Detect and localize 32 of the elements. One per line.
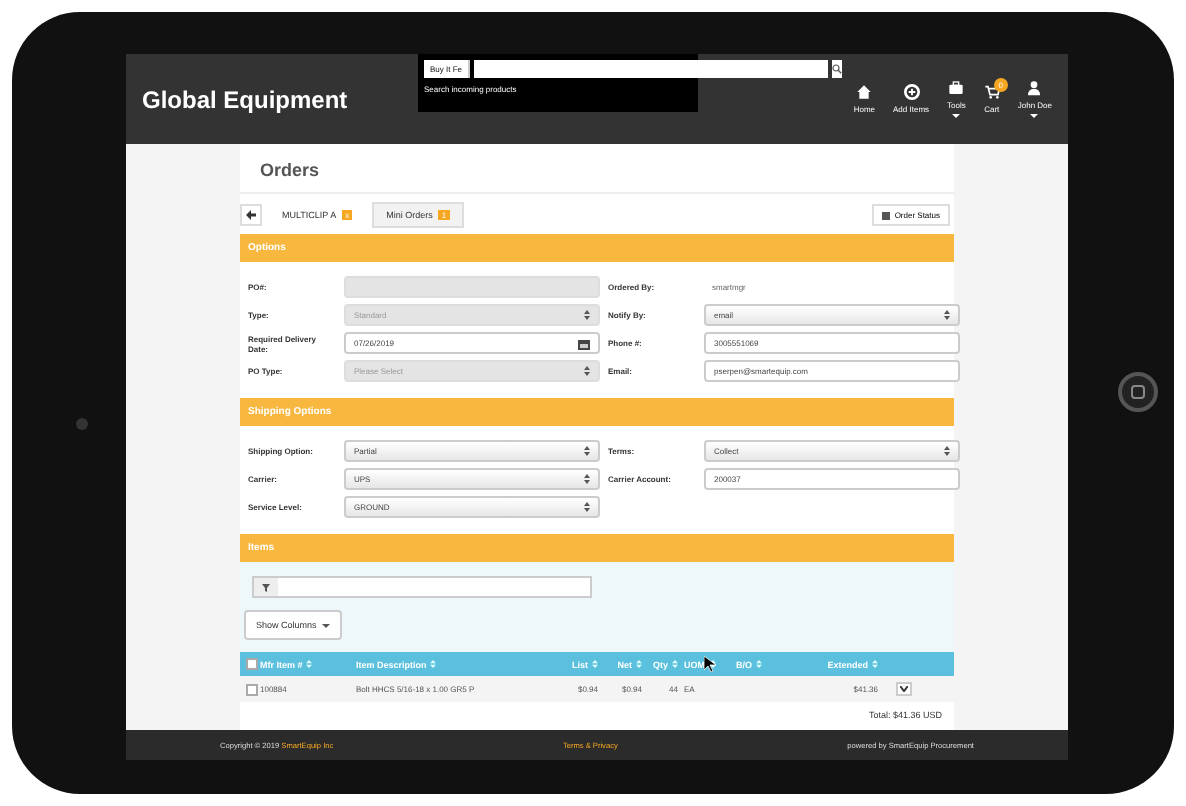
logo-text: Global Equipment xyxy=(142,85,350,113)
user-icon xyxy=(1026,80,1043,96)
sort-icon[interactable] xyxy=(709,660,715,668)
back-button[interactable] xyxy=(240,204,262,226)
filter-field[interactable] xyxy=(252,576,592,598)
home-icon xyxy=(856,84,873,100)
plus-circle-icon xyxy=(903,84,920,100)
select-arrows-icon xyxy=(584,502,590,512)
briefcase-icon xyxy=(948,80,965,96)
camera-dot xyxy=(76,418,88,430)
select-arrows-icon xyxy=(584,366,590,376)
square-icon xyxy=(1130,384,1146,400)
select-arrows-icon xyxy=(584,446,590,456)
chevron-down-icon xyxy=(900,686,908,692)
table-icon xyxy=(882,211,891,219)
cart-icon xyxy=(983,84,1000,100)
cursor-icon xyxy=(704,656,716,672)
page-title: Orders xyxy=(240,144,954,194)
checkbox[interactable] xyxy=(246,658,258,670)
select-arrows-icon xyxy=(944,446,950,456)
select-arrows-icon xyxy=(584,474,590,484)
filter-icon xyxy=(262,583,270,591)
arrow-left-icon xyxy=(246,210,256,220)
search-icon xyxy=(832,64,843,74)
row-menu-button[interactable] xyxy=(896,682,912,696)
tablet-home-button[interactable] xyxy=(1118,372,1158,412)
calendar-icon xyxy=(578,337,590,349)
search-field[interactable] xyxy=(474,60,829,78)
checkbox[interactable] xyxy=(246,683,258,695)
select-arrows-icon xyxy=(584,310,590,320)
select-arrows-icon xyxy=(944,310,950,320)
search-button[interactable] xyxy=(832,60,843,78)
